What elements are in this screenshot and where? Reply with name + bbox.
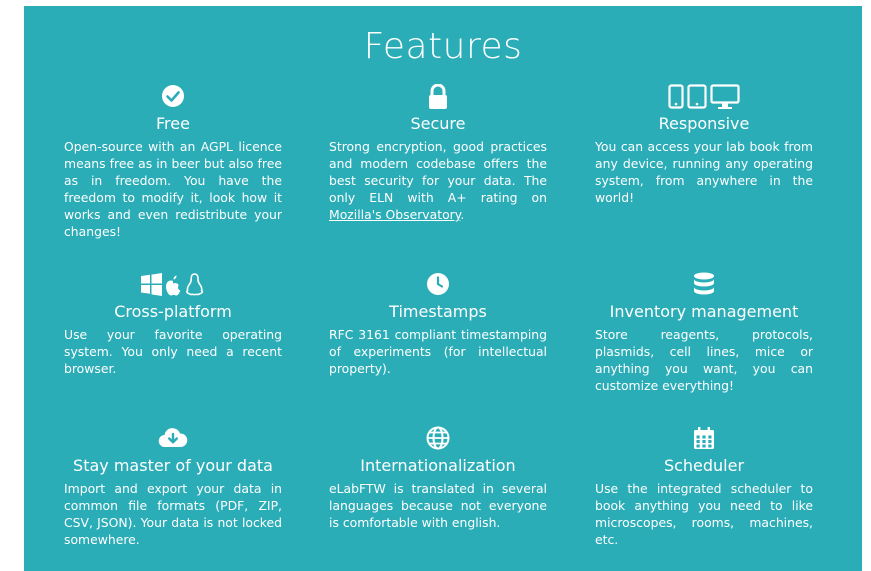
feature-description: Import and export your data in common fi… xyxy=(64,481,282,547)
feature-title: Inventory management xyxy=(609,302,799,321)
feature-cross-platform: Cross-platform Use your favorite operati… xyxy=(64,272,282,377)
lock-icon xyxy=(329,84,547,112)
feature-internationalization: Internationalization eLabFTW is translat… xyxy=(329,426,547,531)
feature-data-ownership: Stay master of your data Import and expo… xyxy=(64,426,282,548)
description-text: Strong encryption, good practices and mo… xyxy=(329,139,547,205)
features-section: Features Free Open-source with an AGPL l… xyxy=(24,6,862,571)
feature-title: Scheduler xyxy=(663,456,745,475)
globe-icon xyxy=(329,426,547,454)
feature-description: Use the integrated scheduler to book any… xyxy=(595,481,813,547)
feature-scheduler: Scheduler Use the integrated scheduler t… xyxy=(595,426,813,548)
feature-description: You can access your lab book from any de… xyxy=(595,139,813,205)
feature-free: Free Open-source with an AGPL licence me… xyxy=(64,84,282,240)
feature-secure: Secure Strong encryption, good practices… xyxy=(329,84,547,223)
os-logos-icon xyxy=(64,272,282,300)
description-end: . xyxy=(460,207,465,222)
feature-title: Cross-platform xyxy=(114,302,232,321)
devices-icon xyxy=(595,84,813,112)
feature-title: Timestamps xyxy=(389,302,487,321)
feature-title: Secure xyxy=(410,114,466,133)
feature-responsive: Responsive You can access your lab book … xyxy=(595,84,813,206)
feature-inventory-management: Inventory management Store reagents, pro… xyxy=(595,272,813,394)
section-title: Features xyxy=(363,26,523,67)
feature-title: Responsive xyxy=(658,114,750,133)
feature-description: Store reagents, protocols, plasmids, cel… xyxy=(595,327,813,393)
feature-description: Strong encryption, good practices and mo… xyxy=(329,138,547,223)
feature-description: RFC 3161 compliant timestamping of exper… xyxy=(329,327,547,376)
feature-title: Free xyxy=(156,114,190,133)
feature-description: eLabFTW is translated in several languag… xyxy=(329,481,547,530)
feature-title: Stay master of your data xyxy=(73,456,273,475)
check-circle-icon xyxy=(64,84,282,112)
feature-description: Use your favorite operating system. You … xyxy=(64,327,282,376)
feature-description: Open-source with an AGPL licence means f… xyxy=(64,139,282,239)
clock-icon xyxy=(329,272,547,300)
database-icon xyxy=(595,272,813,300)
feature-title: Internationalization xyxy=(360,456,516,475)
mozilla-observatory-link[interactable]: Mozilla's Observatory xyxy=(329,207,460,222)
feature-timestamps: Timestamps RFC 3161 compliant timestampi… xyxy=(329,272,547,377)
calendar-icon xyxy=(595,426,813,454)
cloud-download-icon xyxy=(64,426,282,454)
